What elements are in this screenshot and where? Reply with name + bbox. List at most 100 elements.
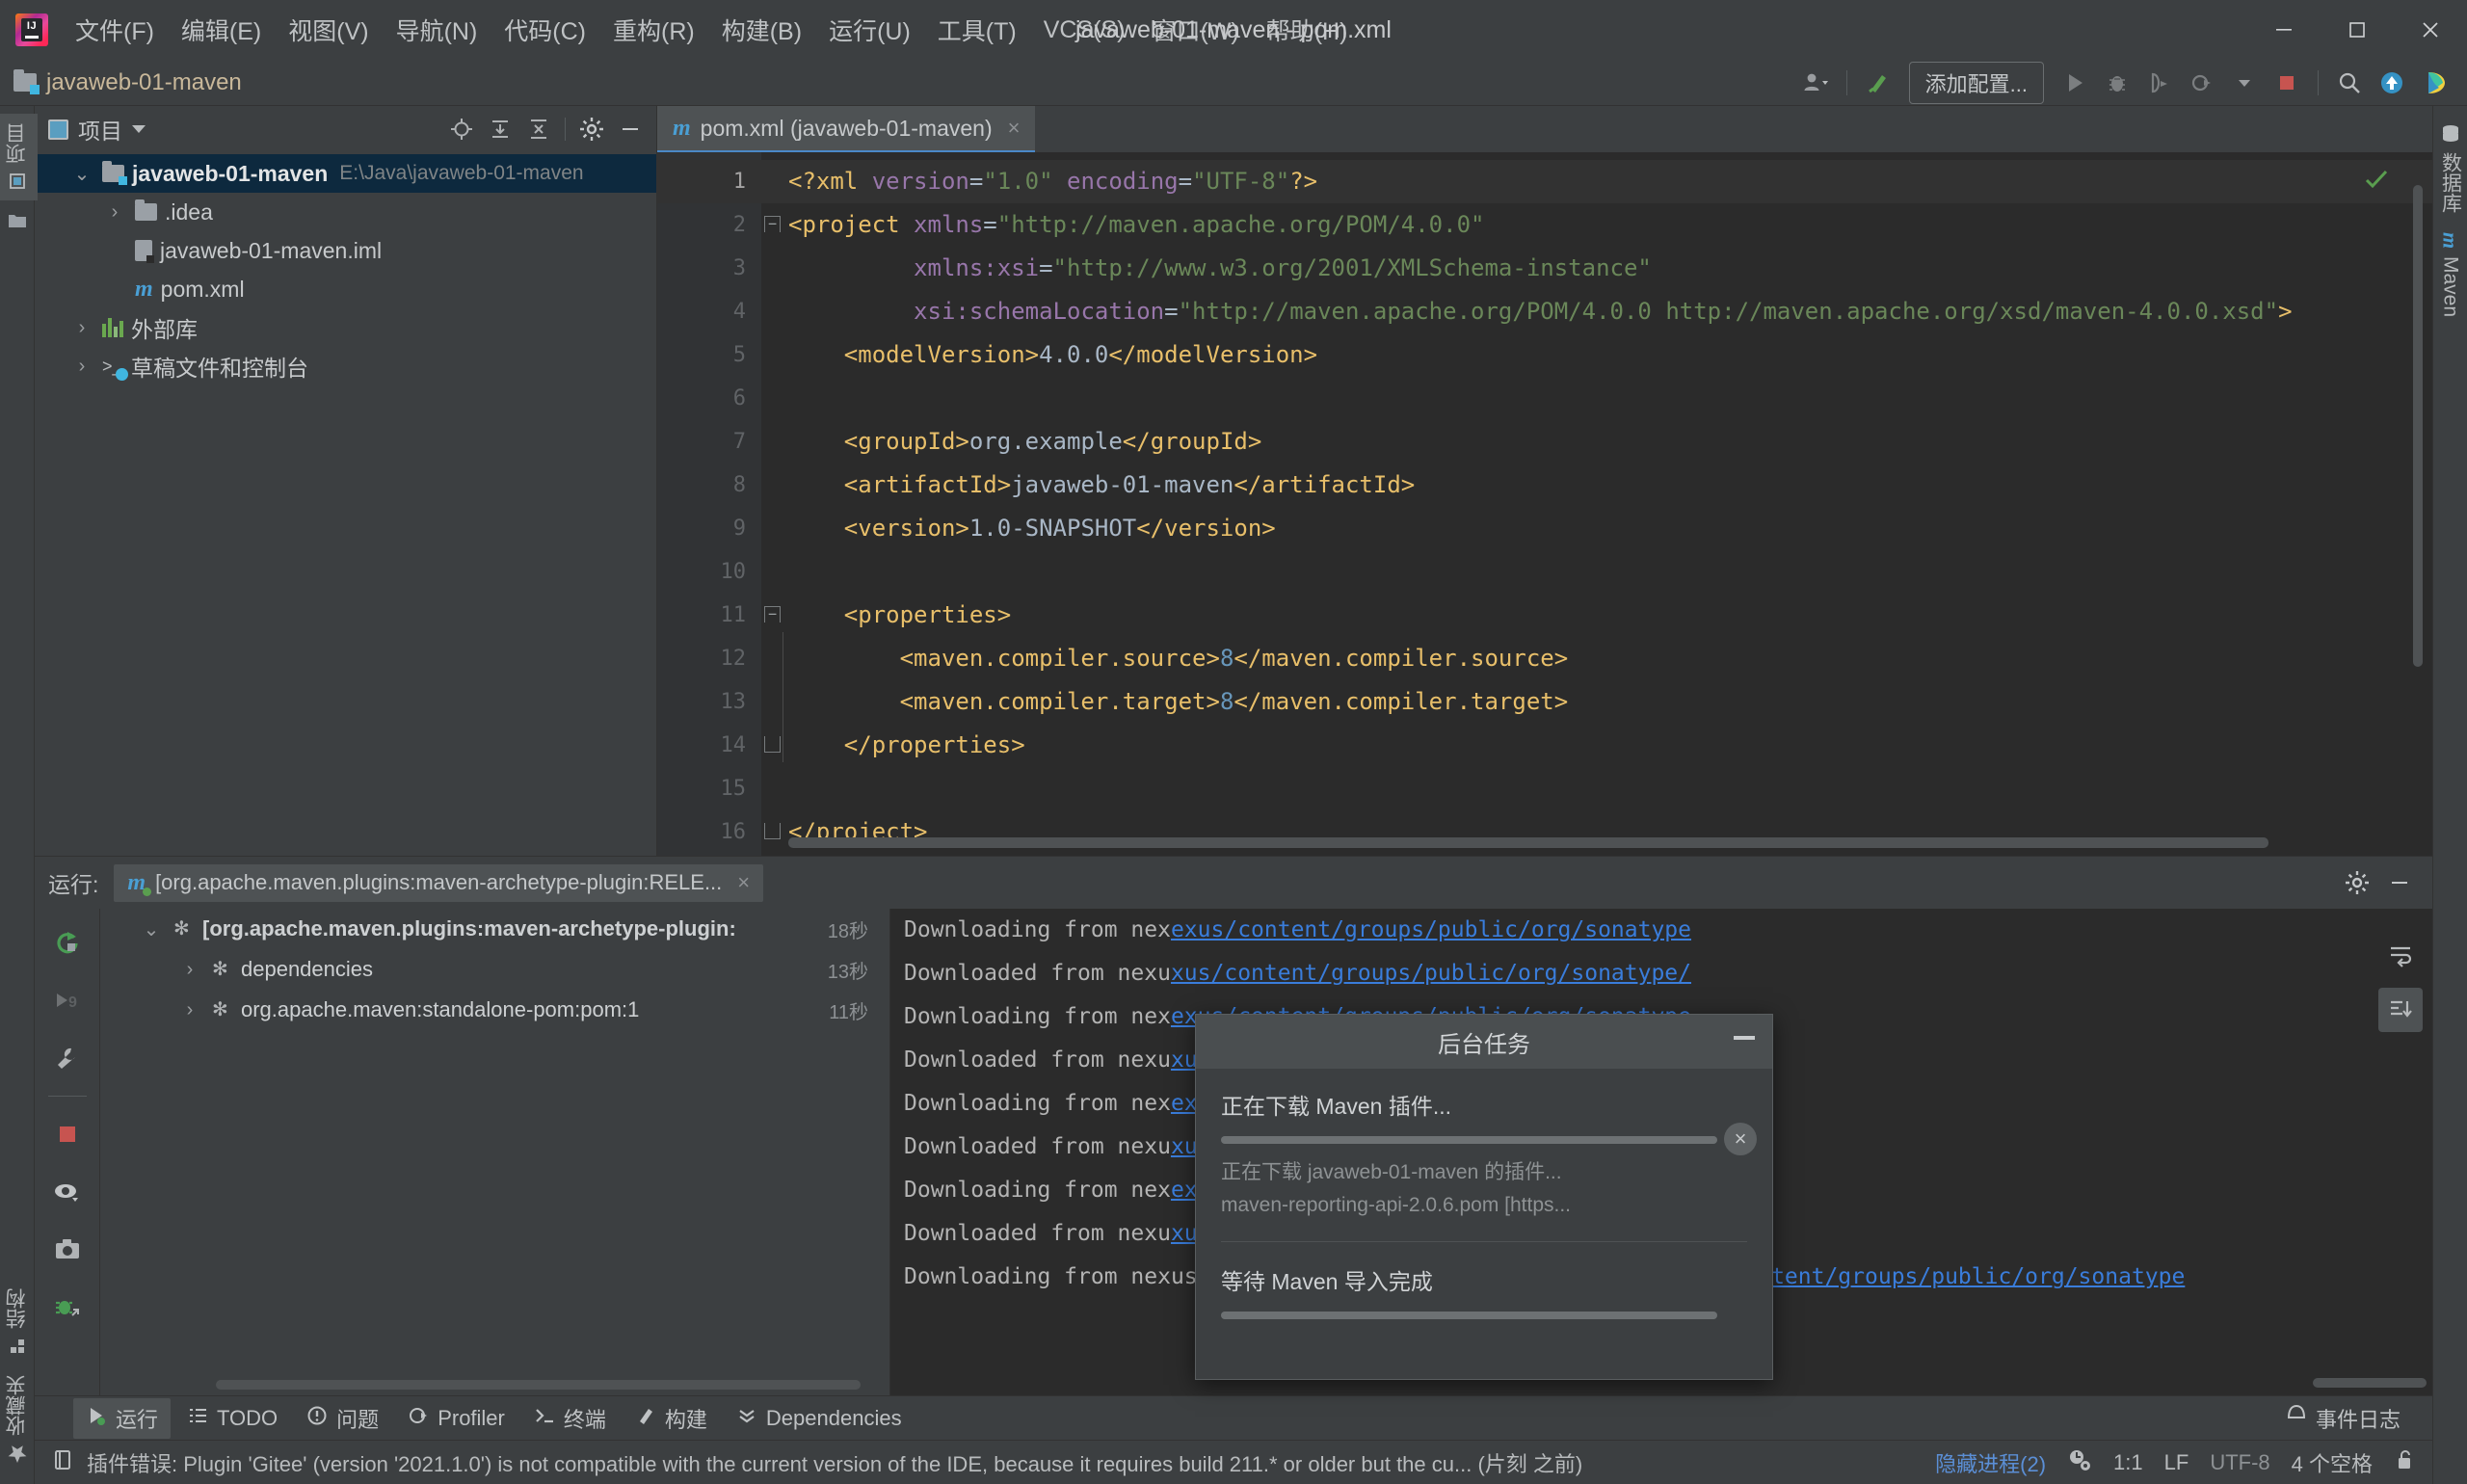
minimize-icon[interactable]: [612, 111, 649, 147]
maven-task-row[interactable]: › ✻ org.apache.maven:standalone-pom:pom:1 1…: [100, 990, 889, 1030]
status-message[interactable]: 插件错误: Plugin 'Gitee' (version '2021.1.0'…: [87, 1447, 1582, 1478]
chevron-down-icon[interactable]: [2223, 64, 2266, 102]
gutter-line-14[interactable]: 14: [657, 724, 781, 767]
code-line-10[interactable]: [788, 550, 2432, 594]
window-controls[interactable]: [2247, 0, 2467, 60]
background-tasks-popup[interactable]: 后台任务 正在下载 Maven 插件... 正在下载 javaweb-01-ma…: [1195, 1014, 1773, 1380]
tree-node-4[interactable]: › 外部库: [35, 308, 656, 347]
gear-icon[interactable]: [573, 111, 610, 147]
code-line-15[interactable]: [788, 767, 2432, 810]
menu-item-0[interactable]: 文件(F): [62, 7, 168, 53]
gutter-line-6[interactable]: 6: [657, 377, 761, 420]
code-line-4[interactable]: xsi:schemaLocation="http://maven.apache.…: [788, 290, 2432, 333]
minimize-icon[interactable]: [1734, 1036, 1755, 1040]
code-editor[interactable]: 1 2− 3 4 5 6 7 8 9 10 11− 12 13 14 15 16 <?xml version=…: [657, 152, 2432, 856]
close-icon[interactable]: ×: [737, 870, 750, 895]
tool-window-folder[interactable]: [0, 200, 35, 241]
chevron-right-icon[interactable]: ›: [69, 356, 94, 378]
stop-icon[interactable]: [2266, 64, 2308, 102]
project-tree[interactable]: ⌄ javaweb-01-maven E:\Java\javaweb-01-mave…: [35, 152, 656, 385]
wrench-icon[interactable]: [45, 1038, 90, 1078]
menu-item-1[interactable]: 编辑(E): [168, 7, 275, 53]
menu-item-11[interactable]: 帮助(H): [1253, 7, 1362, 53]
code-line-5[interactable]: <modelVersion>4.0.0</modelVersion>: [788, 333, 2432, 377]
code-line-9[interactable]: <version>1.0-SNAPSHOT</version>: [788, 507, 2432, 550]
tool-window-button-terminal[interactable]: 终端: [521, 1398, 619, 1439]
tool-window-button-problems[interactable]: 问题: [294, 1398, 391, 1439]
console-horizontal-scrollbar[interactable]: [2313, 1378, 2427, 1388]
tree-node-2[interactable]: javaweb-01-maven.iml: [35, 231, 656, 270]
gutter-line-2[interactable]: 2−: [657, 203, 781, 247]
menu-item-6[interactable]: 构建(B): [708, 7, 815, 53]
main-menu[interactable]: 文件(F) 编辑(E) 视图(V) 导航(N) 代码(C) 重构(R) 构建(B) 运行(U)…: [62, 7, 1361, 53]
gutter-line-12[interactable]: 12: [657, 637, 761, 680]
chevron-right-icon[interactable]: ›: [177, 959, 202, 981]
gutter-line-4[interactable]: 4: [657, 290, 761, 333]
debug-icon[interactable]: [2096, 64, 2138, 102]
tree-node-1[interactable]: › .idea: [35, 193, 656, 231]
collapse-all-icon[interactable]: [520, 111, 557, 147]
code-line-6[interactable]: [788, 377, 2432, 420]
window-maximize-button[interactable]: [2321, 0, 2394, 60]
console-side-buttons[interactable]: [2378, 934, 2423, 1032]
gutter-line-15[interactable]: 15: [657, 767, 761, 810]
left-tool-strip[interactable]: 项目 结构 收藏夹: [0, 106, 38, 1484]
menu-item-7[interactable]: 运行(U): [815, 7, 924, 53]
gutter-line-10[interactable]: 10: [657, 550, 761, 594]
skip-tests-icon[interactable]: 9: [45, 980, 90, 1020]
tool-window-button-todo[interactable]: TODO: [174, 1400, 290, 1437]
code-line-7[interactable]: <groupId>org.example</groupId>: [788, 420, 2432, 464]
gutter-line-8[interactable]: 8: [657, 464, 761, 507]
code-line-13[interactable]: <maven.compiler.target>8</maven.compiler…: [788, 680, 2432, 724]
tool-window-button-build[interactable]: 构建: [623, 1398, 720, 1439]
maven-task-row[interactable]: ⌄ ✻ [org.apache.maven.plugins:maven-archet…: [100, 909, 889, 949]
bottom-tool-strip[interactable]: 运行 TODO 问题 Profiler 终端 构建 Dependencies 事件日志: [35, 1395, 2432, 1440]
tree-node-0[interactable]: ⌄ javaweb-01-maven E:\Java\javaweb-01-mave…: [35, 154, 656, 193]
toolbar-project-chip[interactable]: javaweb-01-maven: [13, 69, 242, 96]
cancel-icon[interactable]: ×: [1724, 1123, 1757, 1155]
menu-item-3[interactable]: 导航(N): [383, 7, 491, 53]
update-project-icon[interactable]: [2371, 64, 2413, 102]
gear-icon[interactable]: [2338, 863, 2376, 902]
tool-window-database[interactable]: 数据库: [2430, 114, 2467, 223]
file-encoding[interactable]: UTF-8: [2210, 1450, 2269, 1475]
gutter-line-11[interactable]: 11−: [657, 594, 781, 637]
menu-item-5[interactable]: 重构(R): [599, 7, 708, 53]
gutter-line-5[interactable]: 5: [657, 333, 761, 377]
menu-item-2[interactable]: 视图(V): [275, 7, 382, 53]
search-icon[interactable]: [2328, 64, 2371, 102]
console-link[interactable]: xus/content/groups/public/org/sonatype/: [1171, 961, 1691, 986]
hide-processes-link[interactable]: 隐藏进程(2): [1935, 1447, 2046, 1478]
tree-node-5[interactable]: › >_ 草稿文件和控制台: [35, 347, 656, 385]
profile-icon[interactable]: [2181, 64, 2223, 102]
gutter-line-3[interactable]: 3: [657, 247, 761, 290]
editor-tab-bar[interactable]: m pom.xml (javaweb-01-maven) ×: [657, 106, 2432, 152]
gutter-line-9[interactable]: 9: [657, 507, 761, 550]
code-line-8[interactable]: <artifactId>javaweb-01-maven</artifactId…: [788, 464, 2432, 507]
chevron-down-icon[interactable]: [132, 125, 146, 133]
line-separator[interactable]: LF: [2164, 1450, 2189, 1475]
minimize-icon[interactable]: [2380, 863, 2419, 902]
gutter-line-16[interactable]: 16: [657, 810, 781, 854]
menu-item-10[interactable]: 窗口(W): [1138, 7, 1252, 53]
coverage-icon[interactable]: [2138, 64, 2181, 102]
tool-window-favorites[interactable]: 收藏夹: [0, 1365, 38, 1474]
stop-icon[interactable]: [45, 1114, 90, 1154]
unlock-icon[interactable]: [2394, 1448, 2415, 1477]
close-icon[interactable]: ×: [1008, 116, 1021, 141]
run-tab[interactable]: m [org.apache.maven.plugins:maven-archet…: [114, 863, 764, 902]
chevron-right-icon[interactable]: ›: [177, 999, 202, 1021]
tasks-horizontal-scrollbar[interactable]: [216, 1380, 861, 1390]
maven-tasks-tree[interactable]: ⌄ ✻ [org.apache.maven.plugins:maven-archet…: [100, 909, 890, 1395]
gutter-line-1[interactable]: 1: [657, 160, 761, 203]
editor-text[interactable]: <?xml version="1.0" encoding="UTF-8"?> <p…: [761, 152, 2432, 856]
tool-window-event-log[interactable]: 事件日志: [2273, 1398, 2413, 1439]
code-line-1[interactable]: <?xml version="1.0" encoding="UTF-8"?>: [761, 160, 2432, 203]
eye-icon[interactable]: [45, 1172, 90, 1212]
chevron-down-icon[interactable]: ⌄: [139, 917, 164, 941]
soft-wrap-icon[interactable]: [2378, 934, 2423, 978]
editor-tab-pom-xml[interactable]: m pom.xml (javaweb-01-maven) ×: [657, 106, 1036, 152]
add-configuration-button[interactable]: 添加配置...: [1908, 61, 2044, 104]
rerun-icon[interactable]: [45, 922, 90, 963]
chevron-right-icon[interactable]: ›: [69, 317, 94, 339]
